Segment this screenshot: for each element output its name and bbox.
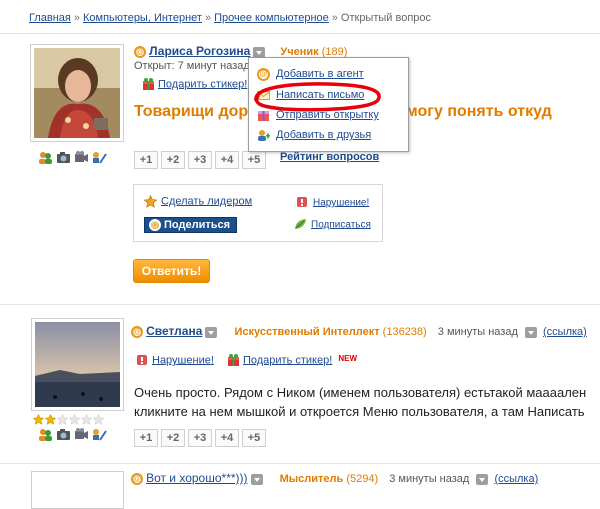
share-button[interactable]: @ Поделиться	[144, 217, 238, 234]
divider	[0, 304, 600, 305]
question-author-line: @ Лариса Рогозина Ученик (189)	[134, 44, 347, 59]
breadcrumb-separator: »	[73, 12, 80, 24]
question-sticker-row: Подарить стикер!	[142, 78, 247, 91]
user-menu-dropdown-button[interactable]	[205, 326, 218, 338]
share-label: Поделиться	[164, 219, 231, 231]
violation-link[interactable]: Нарушение!	[313, 197, 369, 208]
camera-icon[interactable]	[56, 151, 71, 164]
new-badge: NEW	[338, 354, 358, 363]
user-menu-dropdown-button[interactable]	[253, 46, 266, 58]
make-leader-link[interactable]: Сделать лидером	[161, 195, 252, 207]
star-icon	[143, 194, 158, 208]
question-author-avatar[interactable]	[30, 44, 124, 142]
subscribe-link[interactable]: Подписаться	[311, 219, 371, 230]
star-empty-icon	[56, 413, 69, 425]
avatar-photo	[34, 48, 120, 138]
vote-plus-1[interactable]: +1	[134, 429, 158, 447]
answer-author-points: (136238)	[382, 326, 427, 338]
vote-plus-1[interactable]: +1	[134, 151, 158, 169]
make-leader-row: Сделать лидером	[143, 194, 252, 208]
gift-icon	[142, 78, 155, 91]
star-empty-icon	[92, 413, 105, 425]
star-filled-icon	[32, 413, 45, 425]
breadcrumb-current: Открытый вопрос	[340, 12, 432, 24]
vote-plus-2[interactable]: +2	[161, 151, 185, 169]
vote-plus-2[interactable]: +2	[161, 429, 185, 447]
avatar-photo	[35, 322, 120, 407]
answer-author-line: @ Светлана Искусственный Интеллект (1362…	[131, 324, 587, 339]
answer-2-author-rank[interactable]: Мыслитель	[280, 473, 344, 485]
question-vote-buttons: +1 +2 +3 +4 +5	[134, 151, 269, 169]
highlight-ellipse	[254, 82, 381, 112]
email-status-icon: @	[134, 46, 146, 59]
answer-time: 3 минуты назад	[437, 326, 518, 338]
divider	[0, 463, 600, 464]
breadcrumb-other[interactable]: Прочее компьютерное	[214, 12, 329, 24]
answer-2-author-name[interactable]: Вот и хорошо***)))	[146, 471, 247, 485]
gift-icon	[227, 354, 240, 367]
menu-add-friend[interactable]: Добавить в друзья	[257, 127, 371, 143]
warning-icon	[136, 354, 149, 367]
question-opened-time: Открыт: 7 минут назад	[134, 60, 250, 72]
answer-2-permalink[interactable]: (ссылка)	[494, 473, 538, 485]
answer-permalink[interactable]: (ссылка)	[543, 326, 587, 338]
answer-gift-sticker-link[interactable]: Подарить стикер!	[243, 354, 332, 366]
answer-button[interactable]: Ответить!	[133, 259, 210, 283]
author-tools	[38, 151, 110, 167]
breadcrumb-computers[interactable]: Компьютеры, Интернет	[83, 12, 202, 24]
user-menu-dropdown-button[interactable]	[250, 473, 263, 485]
answer-2-author-points: (5294)	[346, 473, 379, 485]
answer-tools-row: Нарушение! Подарить стикер! NEW	[136, 354, 357, 367]
email-status-icon: @	[131, 473, 143, 486]
star-filled-icon	[44, 413, 57, 425]
vote-plus-4[interactable]: +4	[215, 429, 239, 447]
subscribe-row: Подписаться	[294, 218, 371, 231]
breadcrumb-separator: »	[331, 12, 338, 24]
blog-icon[interactable]	[92, 428, 107, 441]
answer-2-author-avatar[interactable]	[31, 471, 124, 509]
subscribe-leaf-icon	[294, 218, 307, 231]
breadcrumb-separator: »	[204, 12, 212, 24]
breadcrumb: Главная» Компьютеры, Интернет» Прочее комп…	[29, 12, 431, 24]
divider	[0, 33, 600, 34]
warning-icon	[296, 196, 309, 209]
camera-icon[interactable]	[56, 428, 71, 441]
vote-plus-3[interactable]: +3	[188, 429, 212, 447]
answer-2-time: 3 минуты назад	[389, 473, 470, 485]
answer-rating-stars	[32, 413, 105, 428]
share-email-icon: @	[149, 219, 161, 232]
answer-violation-link[interactable]: Нарушение!	[152, 354, 214, 366]
violation-row: Нарушение!	[296, 196, 369, 209]
answer-text-line-2: кликните на нем мышкой и откроется Меню …	[134, 404, 585, 419]
answer-author-rank[interactable]: Искусственный Интеллект	[234, 326, 379, 338]
breadcrumb-home[interactable]: Главная	[29, 12, 71, 24]
answer-2-options-button[interactable]	[476, 473, 489, 485]
star-empty-icon	[80, 413, 93, 425]
gift-sticker-link[interactable]: Подарить стикер!	[158, 78, 247, 90]
video-icon[interactable]	[74, 151, 89, 164]
vote-plus-4[interactable]: +4	[215, 151, 239, 169]
vote-plus-5[interactable]: +5	[242, 429, 266, 447]
video-icon[interactable]	[74, 428, 89, 441]
blog-icon[interactable]	[92, 151, 107, 164]
question-actions-box: Сделать лидером Нарушение! @ Поделиться П…	[133, 184, 383, 242]
answer-author-avatar[interactable]	[31, 318, 124, 411]
answer-2-author-line: @ Вот и хорошо***))) Мыслитель (5294) 3 …	[131, 471, 538, 486]
star-empty-icon	[68, 413, 81, 425]
answer-text-line-1: Очень просто. Рядом с Ником (именем поль…	[134, 385, 587, 400]
question-rating-link[interactable]: Рейтинг вопросов	[280, 151, 379, 163]
answer-vote-buttons: +1 +2 +3 +4 +5	[134, 429, 269, 447]
answer-options-button[interactable]	[524, 326, 537, 338]
email-status-icon: @	[131, 326, 143, 339]
users-icon[interactable]	[38, 428, 53, 441]
menu-add-friend-label: Добавить в друзья	[276, 129, 372, 141]
answer-author-name[interactable]: Светлана	[146, 324, 202, 338]
vote-plus-3[interactable]: +3	[188, 151, 212, 169]
vote-plus-5[interactable]: +5	[242, 151, 266, 169]
question-title-start: Товарищи доро	[134, 103, 258, 120]
question-author-name[interactable]: Лариса Рогозина	[149, 44, 250, 58]
users-icon[interactable]	[38, 151, 53, 164]
answer-author-tools	[38, 428, 110, 444]
add-friend-icon	[257, 129, 270, 142]
